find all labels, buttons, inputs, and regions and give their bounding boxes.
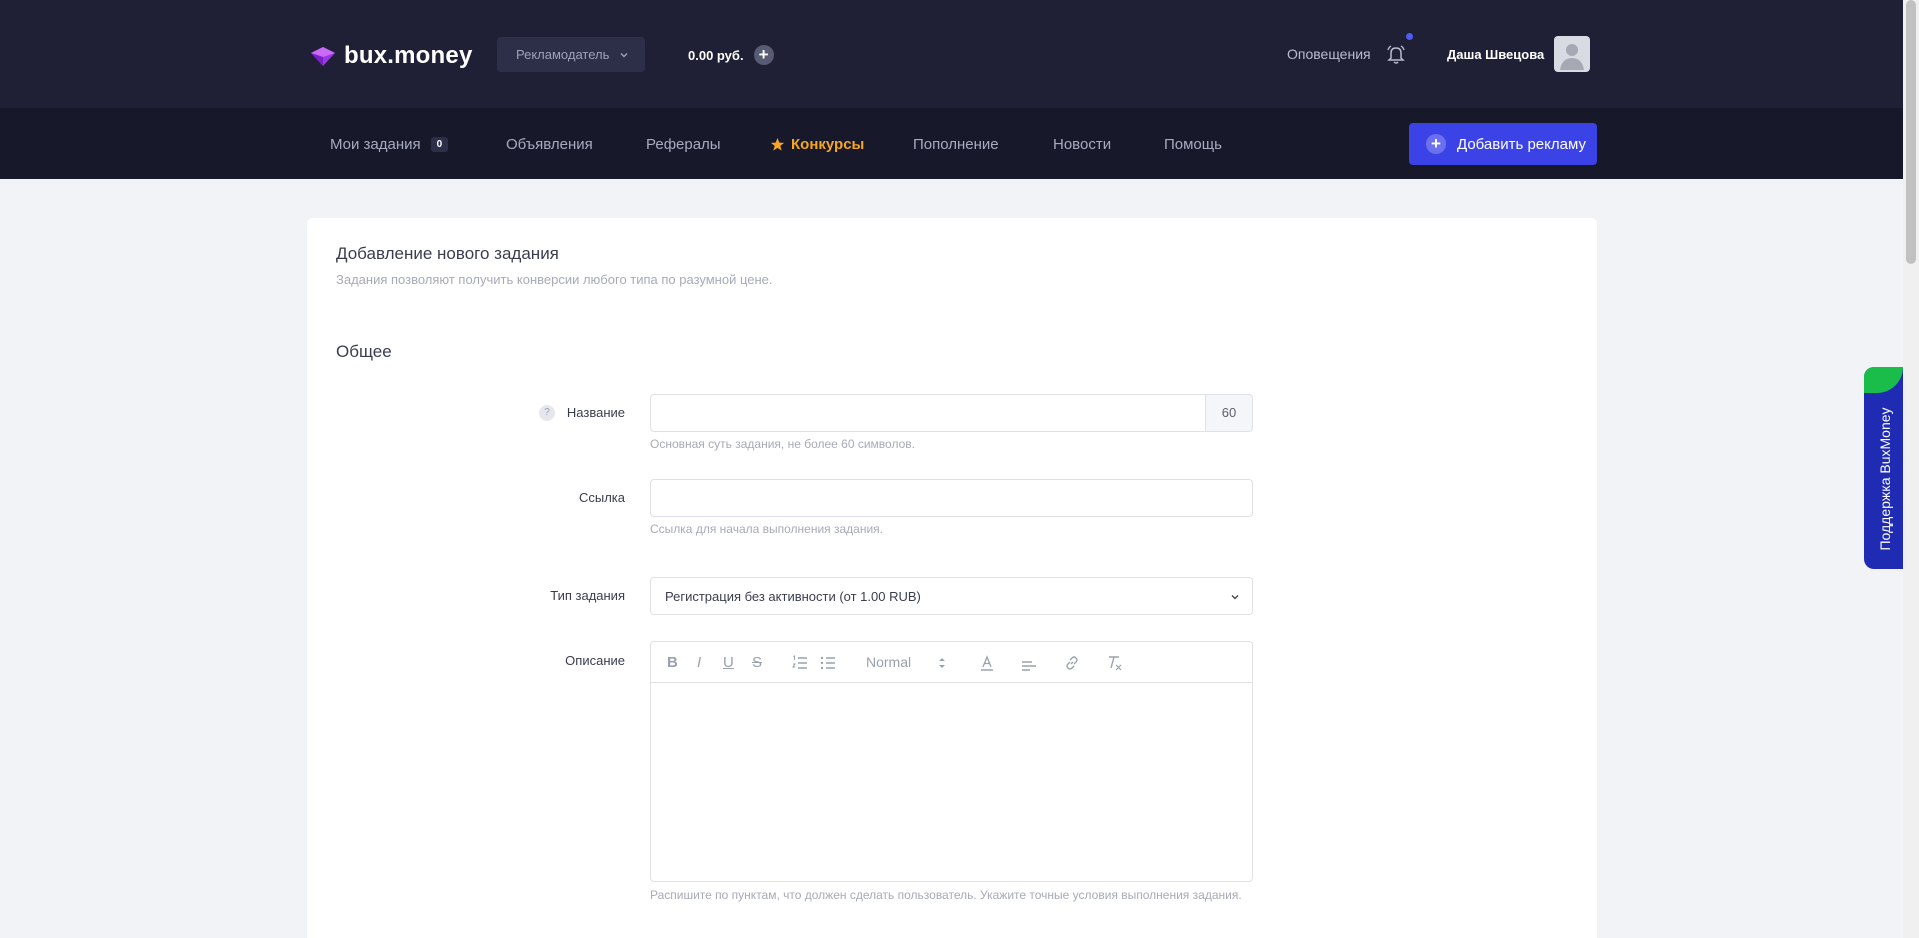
notifications-label: Оповещения	[1287, 46, 1371, 62]
nav-my-tasks-badge: 0	[430, 136, 449, 152]
nav-referrals[interactable]: Рефералы	[646, 135, 721, 153]
user-name: Даша Швецова	[1447, 46, 1545, 62]
editor-toolbar: B I U S Normal	[651, 642, 1252, 683]
nav-contests-label: Конкурсы	[791, 135, 865, 153]
page-title: Добавление нового задания	[336, 244, 559, 263]
description-editor-body[interactable]	[651, 683, 1252, 881]
plus-icon: +	[1426, 134, 1446, 154]
nav-ads[interactable]: Объявления	[506, 135, 593, 153]
avatar-icon	[1560, 44, 1585, 70]
link-input[interactable]	[650, 479, 1253, 517]
star-icon	[770, 137, 785, 151]
avatar[interactable]	[1554, 36, 1591, 72]
add-ad-label: Добавить рекламу	[1457, 135, 1586, 153]
add-funds-plus-icon[interactable]: +	[753, 45, 774, 65]
name-char-counter: 60	[1205, 394, 1253, 432]
nav-contests[interactable]: Конкурсы	[770, 135, 864, 153]
nav-topup[interactable]: Пополнение	[913, 135, 999, 153]
support-tab-label: Поддержка BuxMoney	[1877, 407, 1893, 551]
link-icon[interactable]	[1063, 654, 1081, 672]
link-hint: Ссылка для начала выполнения задания.	[650, 522, 884, 536]
nav-ads-label: Объявления	[506, 135, 593, 153]
notifications-button[interactable]: Оповещения	[1287, 43, 1407, 65]
nav-news-label: Новости	[1053, 135, 1112, 153]
description-label: Описание	[565, 653, 625, 668]
italic-icon[interactable]: I	[697, 654, 701, 671]
logo[interactable]: bux.money	[308, 42, 473, 70]
bold-icon[interactable]: B	[667, 654, 678, 671]
bullet-list-icon[interactable]	[819, 654, 837, 672]
user-menu[interactable]: Даша Швецова	[1447, 36, 1591, 72]
support-leaf-icon	[1864, 367, 1903, 393]
format-select[interactable]: Normal	[866, 654, 911, 670]
task-type-value: Регистрация без активности (от 1.00 RUB)	[665, 588, 921, 604]
name-hint: Основная суть задания, не более 60 симво…	[650, 437, 915, 451]
underline-icon[interactable]: U	[723, 654, 734, 671]
ordered-list-icon[interactable]	[791, 654, 809, 672]
clear-format-icon[interactable]	[1106, 654, 1124, 672]
format-arrows-icon	[939, 658, 945, 668]
scrollbar[interactable]	[1903, 0, 1919, 938]
support-tab[interactable]: Поддержка BuxMoney	[1864, 367, 1903, 569]
nav-referrals-label: Рефералы	[646, 135, 721, 153]
nav-my-tasks[interactable]: Мои задания 0	[330, 135, 449, 153]
balance: 0.00 руб. +	[688, 45, 774, 65]
scrollbar-thumb[interactable]	[1906, 0, 1916, 264]
chevron-down-icon	[1231, 595, 1239, 600]
text-color-icon[interactable]	[978, 654, 996, 672]
nav-help-label: Помощь	[1164, 135, 1222, 153]
balance-value: 0.00 руб.	[688, 47, 744, 63]
description-editor: B I U S Normal	[650, 641, 1253, 882]
align-icon[interactable]	[1020, 654, 1038, 672]
nav-help[interactable]: Помощь	[1164, 135, 1222, 153]
role-select[interactable]: Рекламодатель	[497, 37, 645, 72]
notification-dot	[1406, 33, 1413, 40]
name-label: Название	[566, 405, 625, 420]
section-title: Общее	[336, 342, 392, 361]
link-label: Ссылка	[578, 490, 625, 505]
name-input[interactable]	[650, 394, 1206, 432]
task-type-select[interactable]: Регистрация без активности (от 1.00 RUB)	[650, 577, 1253, 615]
nav-topup-label: Пополнение	[913, 135, 999, 153]
logo-icon	[311, 47, 335, 66]
task-type-label: Тип задания	[550, 588, 625, 603]
role-select-value: Рекламодатель	[516, 47, 610, 62]
page-subtitle: Задания позволяют получить конверсии люб…	[336, 272, 773, 287]
add-ad-button[interactable]: + Добавить рекламу	[1409, 123, 1597, 165]
bell-icon	[1386, 45, 1405, 64]
nav-my-tasks-label: Мои задания	[330, 135, 421, 153]
top-header	[0, 0, 1903, 108]
description-hint: Распишите по пунктам, что должен сделать…	[650, 888, 1242, 902]
chevron-down-icon	[620, 52, 628, 57]
strike-icon[interactable]: S	[752, 654, 762, 671]
logo-text: bux.money	[344, 42, 473, 69]
nav-news[interactable]: Новости	[1053, 135, 1111, 153]
